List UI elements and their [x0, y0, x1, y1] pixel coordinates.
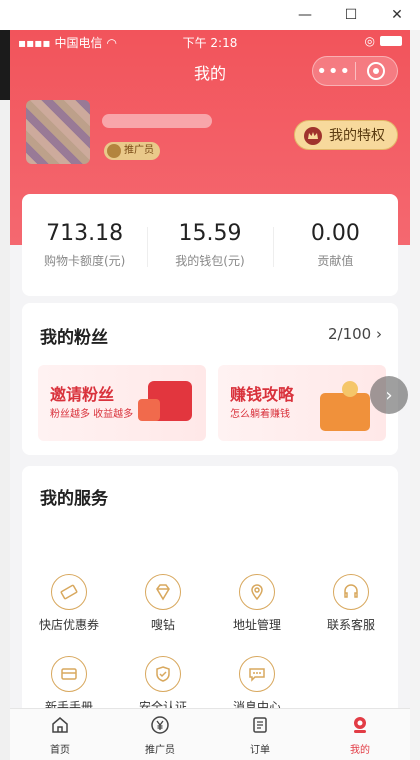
headset-icon [333, 574, 369, 610]
stat-contribution[interactable]: 0.00 贡献值 [272, 221, 398, 269]
mini-program-window: ▪▪▪▪ 中国电信 ◠ 下午 2:18 ◎ 我的 ••• 推广员 我的特权 71… [10, 30, 410, 760]
fans-count: 2/100 [327, 325, 372, 343]
background-window-left [0, 30, 10, 760]
stats-card: 713.18 购物卡额度(元) 15.59 我的钱包(元) 0.00 贡献值 [22, 194, 398, 296]
tab-mine[interactable]: 我的 [310, 709, 410, 760]
service-handbook[interactable]: 新手手册 [22, 656, 116, 715]
alarm-icon: ◎ [364, 34, 375, 48]
promo-subtitle: 粉丝越多 收益越多 [50, 409, 134, 420]
card-icon [51, 656, 87, 692]
role-badge-label: 推广员 [124, 145, 154, 156]
my-privilege-button[interactable]: 我的特权 [294, 120, 398, 150]
tab-home[interactable]: 首页 [10, 709, 110, 760]
earning-guide-banner[interactable]: 赚钱攻略 怎么躺着赚钱 [218, 365, 386, 441]
stat-wallet[interactable]: 15.59 我的钱包(元) [147, 221, 272, 269]
user-icon [354, 717, 366, 733]
fans-title: 我的粉丝 [40, 328, 108, 348]
service-address[interactable]: 地址管理 [210, 574, 304, 633]
minimize-button[interactable]: — [282, 0, 328, 30]
service-messages[interactable]: 消息中心 [210, 656, 304, 715]
close-button[interactable]: ✕ [374, 0, 420, 30]
promo-title: 赚钱攻略 [230, 385, 295, 404]
close-target-icon[interactable] [356, 61, 398, 81]
service-label: 联系客服 [326, 618, 375, 632]
diamond-icon [145, 574, 181, 610]
avatar[interactable] [26, 100, 90, 164]
window-controls: — ☐ ✕ [282, 0, 420, 30]
service-label: 快店优惠券 [38, 618, 99, 632]
role-badge: 推广员 [104, 142, 160, 160]
status-bar: ▪▪▪▪ 中国电信 ◠ 下午 2:18 ◎ [10, 30, 410, 52]
tab-promoter[interactable]: 推广员 [110, 709, 210, 760]
promo-subtitle: 怎么躺着赚钱 [230, 409, 290, 420]
stat-value: 713.18 [46, 221, 124, 246]
carousel-next-button[interactable]: › [370, 376, 408, 414]
capsule-menu: ••• [312, 56, 398, 86]
crown-icon [304, 127, 322, 145]
services-card: 我的服务 快店优惠券 嗖钻 地址管理 联系客服 新手手册 安全认证 消息中心 [22, 466, 398, 726]
service-label: 嗖钻 [150, 618, 175, 632]
stat-label: 购物卡额度(元) [43, 254, 126, 268]
tab-label: 我的 [350, 745, 370, 756]
tab-label: 推广员 [145, 745, 175, 756]
coupon-icon [51, 574, 87, 610]
maximize-button[interactable]: ☐ [328, 0, 374, 30]
stat-value: 15.59 [178, 221, 242, 246]
home-icon [52, 717, 68, 733]
wallet-icon [320, 393, 370, 431]
tab-label: 首页 [50, 745, 70, 756]
coin-icon [342, 381, 358, 397]
stat-value: 0.00 [310, 221, 360, 246]
fans-card: 我的粉丝 2/100 › 邀请粉丝 粉丝越多 收益越多 赚钱攻略 怎么躺着赚钱 [22, 303, 398, 455]
badge-icon [107, 144, 121, 158]
fans-count-link[interactable]: 2/100 › [328, 325, 382, 343]
battery-icon [380, 36, 402, 46]
tab-orders[interactable]: 订单 [210, 709, 310, 760]
services-title: 我的服务 [40, 489, 108, 509]
chevron-right-icon: › [376, 325, 382, 343]
location-icon [239, 574, 275, 610]
stat-label: 贡献值 [317, 254, 354, 268]
background-window-right [410, 30, 420, 760]
stat-label: 我的钱包(元) [175, 254, 245, 268]
gift-icon [138, 399, 160, 421]
chat-icon [239, 656, 275, 692]
service-coupon[interactable]: 快店优惠券 [22, 574, 116, 633]
more-icon[interactable]: ••• [313, 61, 355, 82]
bottom-tab-bar: 首页 推广员 订单 我的 [10, 708, 410, 760]
invite-fans-banner[interactable]: 邀请粉丝 粉丝越多 收益越多 [38, 365, 206, 441]
shield-icon [145, 656, 181, 692]
order-icon [253, 717, 267, 733]
service-label: 地址管理 [232, 618, 281, 632]
service-security[interactable]: 安全认证 [116, 656, 210, 715]
service-support[interactable]: 联系客服 [304, 574, 398, 633]
promo-title: 邀请粉丝 [50, 385, 115, 404]
username-blurred [102, 114, 212, 128]
yen-icon [151, 716, 169, 734]
privilege-label: 我的特权 [329, 128, 385, 144]
tab-label: 订单 [250, 745, 270, 756]
stat-card-balance[interactable]: 713.18 购物卡额度(元) [22, 221, 147, 269]
service-diamond[interactable]: 嗖钻 [116, 574, 210, 633]
status-time: 下午 2:18 [182, 36, 238, 50]
